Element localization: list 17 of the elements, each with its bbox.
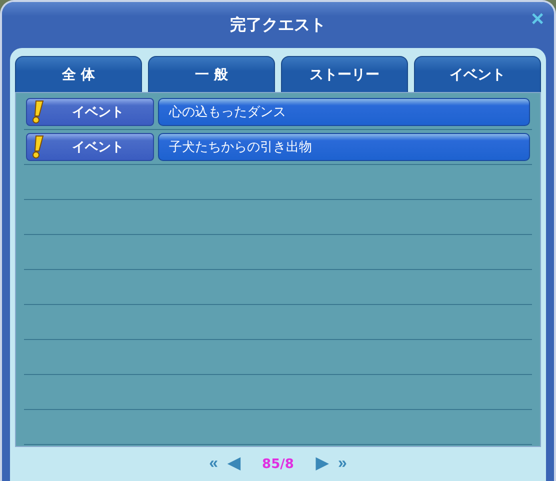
last-page-button[interactable]: » xyxy=(336,456,349,472)
window-title: 完了クエスト xyxy=(230,14,326,36)
quest-name[interactable]: 心の込もったダンス xyxy=(158,98,530,126)
page-number: 85/8 xyxy=(262,456,294,472)
category-button[interactable]: イベント xyxy=(26,98,154,126)
exclamation-icon xyxy=(31,100,45,124)
category-button[interactable]: イベント xyxy=(26,133,154,161)
tab[interactable]: イベント xyxy=(414,56,541,92)
first-page-button[interactable]: « xyxy=(207,456,220,472)
close-button[interactable]: × xyxy=(527,8,548,30)
previous-page-button[interactable]: ◀ xyxy=(226,456,242,472)
exclamation-icon xyxy=(31,135,45,159)
quest-name[interactable]: 子犬たちからの引き出物 xyxy=(158,133,530,161)
tab[interactable]: 全 体 xyxy=(15,56,142,92)
tab[interactable]: 一 般 xyxy=(148,56,275,92)
next-page-button[interactable]: ▶ xyxy=(314,456,330,472)
tab[interactable]: ストーリー xyxy=(281,56,408,92)
